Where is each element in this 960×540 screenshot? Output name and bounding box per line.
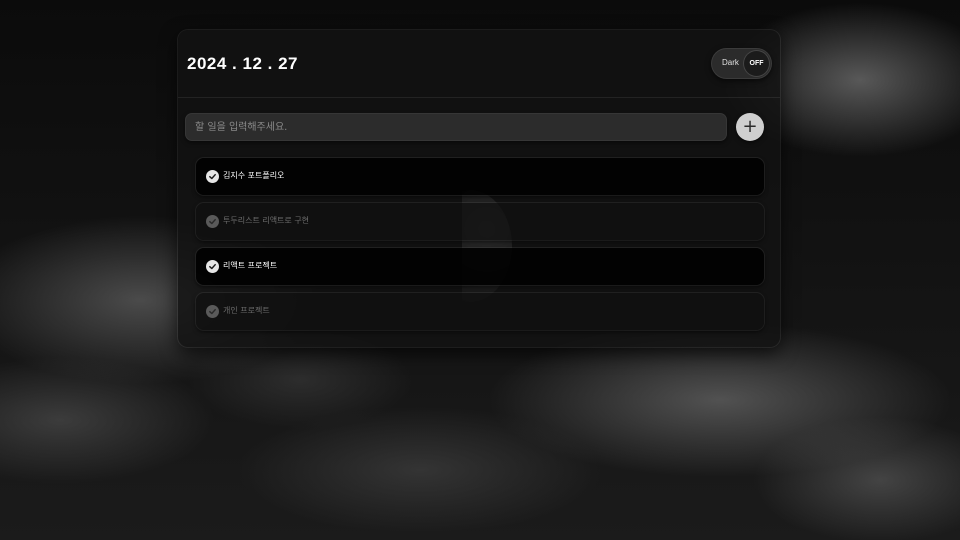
todo-item[interactable]: 김지수 포트폴리오: [196, 158, 764, 195]
dark-mode-toggle[interactable]: Dark OFF: [711, 48, 772, 79]
check-icon[interactable]: [206, 170, 219, 183]
todo-list: 김지수 포트폴리오 투두리스트 리액트로 구현 리액트 프로젝트 개인 프로젝트: [196, 158, 764, 338]
todo-text: 김지수 포트폴리오: [223, 171, 285, 180]
header-divider: [178, 97, 780, 98]
todo-text: 리액트 프로젝트: [223, 261, 278, 270]
todo-card: 2024 . 12 . 27 Dark OFF + 김지수 포트폴리오 투두리스…: [178, 30, 780, 347]
check-icon[interactable]: [206, 215, 219, 228]
check-icon[interactable]: [206, 260, 219, 273]
todo-text: 투두리스트 리액트로 구현: [223, 216, 310, 225]
todo-input[interactable]: [185, 113, 727, 141]
todo-item[interactable]: 투두리스트 리액트로 구현: [196, 203, 764, 240]
plus-icon: +: [742, 116, 758, 137]
toggle-label: Dark: [722, 58, 739, 67]
todo-item[interactable]: 개인 프로젝트: [196, 293, 764, 330]
todo-item[interactable]: 리액트 프로젝트: [196, 248, 764, 285]
toggle-knob: OFF: [744, 51, 769, 76]
page-date: 2024 . 12 . 27: [187, 54, 298, 73]
add-todo-button[interactable]: +: [736, 113, 764, 141]
check-icon[interactable]: [206, 305, 219, 318]
background-night-sky: 2024 . 12 . 27 Dark OFF + 김지수 포트폴리오 투두리스…: [0, 0, 960, 540]
todo-text: 개인 프로젝트: [223, 306, 270, 315]
